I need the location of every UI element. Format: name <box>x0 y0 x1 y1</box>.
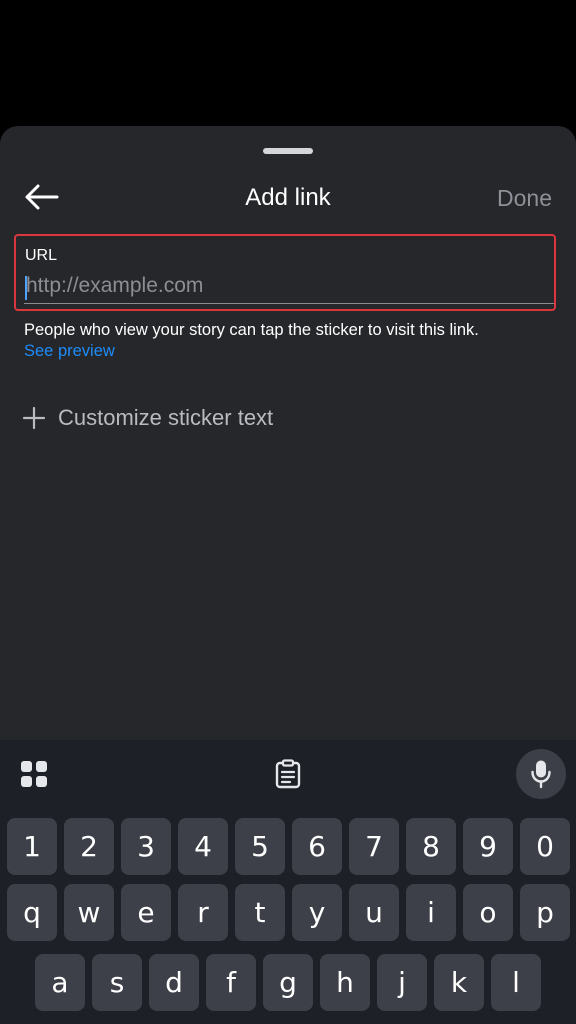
see-preview-link[interactable]: See preview <box>24 341 115 361</box>
voice-input-button[interactable] <box>516 749 566 799</box>
key-j[interactable]: j <box>377 954 427 1011</box>
clipboard-icon <box>275 759 301 789</box>
key-h[interactable]: h <box>320 954 370 1011</box>
key-r[interactable]: r <box>178 884 228 941</box>
url-input[interactable] <box>24 272 554 304</box>
key-9[interactable]: 9 <box>463 818 513 875</box>
key-d[interactable]: d <box>149 954 199 1011</box>
url-label: URL <box>25 247 58 264</box>
clipboard-button[interactable] <box>268 754 308 794</box>
microphone-icon <box>531 760 551 789</box>
key-k[interactable]: k <box>434 954 484 1011</box>
done-button[interactable]: Done <box>497 182 552 214</box>
key-5[interactable]: 5 <box>235 818 285 875</box>
apps-grid-button[interactable] <box>14 754 54 794</box>
key-a[interactable]: a <box>35 954 85 1011</box>
key-f[interactable]: f <box>206 954 256 1011</box>
text-cursor <box>25 276 27 300</box>
key-l[interactable]: l <box>491 954 541 1011</box>
customize-label: Customize sticker text <box>58 405 274 430</box>
keyboard: 1234567890 qwertyuiop asdfghjkl <box>0 740 576 1024</box>
helper-text: People who view your story can tap the s… <box>24 321 479 339</box>
key-g[interactable]: g <box>263 954 313 1011</box>
add-link-sheet: Add link Done URL People who view your s… <box>0 126 576 740</box>
key-s[interactable]: s <box>92 954 142 1011</box>
apps-grid-icon <box>21 761 47 787</box>
drag-handle[interactable] <box>263 148 313 154</box>
key-8[interactable]: 8 <box>406 818 456 875</box>
key-3[interactable]: 3 <box>121 818 171 875</box>
sheet-title: Add link <box>245 184 331 211</box>
key-e[interactable]: e <box>121 884 171 941</box>
key-7[interactable]: 7 <box>349 818 399 875</box>
key-4[interactable]: 4 <box>178 818 228 875</box>
plus-icon <box>22 406 46 430</box>
key-w[interactable]: w <box>64 884 114 941</box>
customize-sticker-text-button[interactable]: Customize sticker text <box>22 402 273 434</box>
key-6[interactable]: 6 <box>292 818 342 875</box>
key-2[interactable]: 2 <box>64 818 114 875</box>
key-o[interactable]: o <box>463 884 513 941</box>
key-0[interactable]: 0 <box>520 818 570 875</box>
url-field-container: URL <box>14 234 556 311</box>
screen: Add link Done URL People who view your s… <box>0 0 576 1024</box>
key-1[interactable]: 1 <box>7 818 57 875</box>
key-t[interactable]: t <box>235 884 285 941</box>
key-p[interactable]: p <box>520 884 570 941</box>
key-i[interactable]: i <box>406 884 456 941</box>
key-q[interactable]: q <box>7 884 57 941</box>
key-y[interactable]: y <box>292 884 342 941</box>
key-u[interactable]: u <box>349 884 399 941</box>
